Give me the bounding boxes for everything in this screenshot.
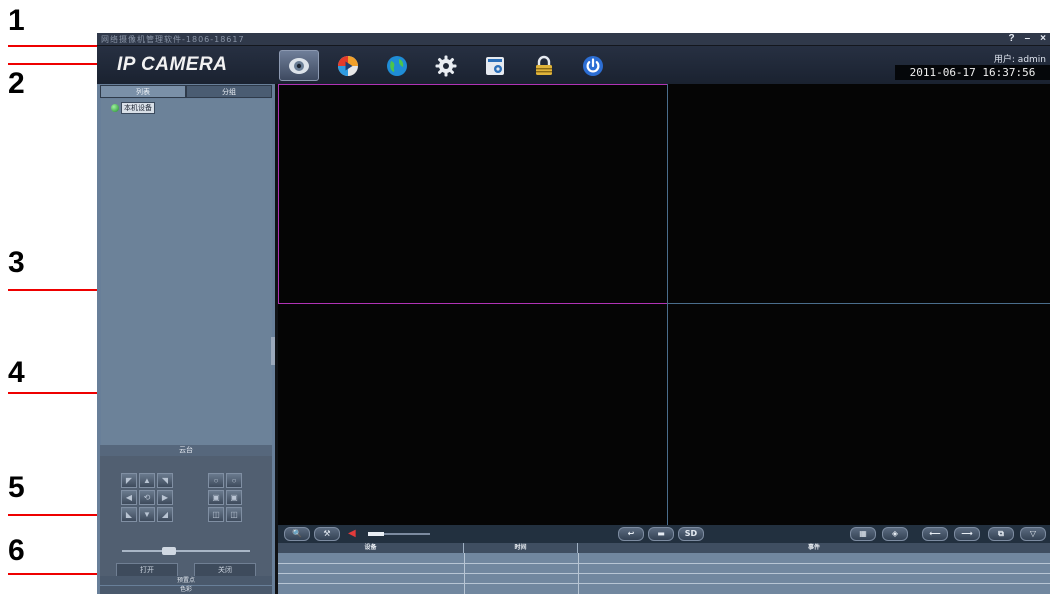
grid-divider: [667, 303, 1050, 304]
ptz-up-left-button[interactable]: ◤: [121, 473, 137, 488]
datetime-display: 2011-06-17 16:37:56: [895, 65, 1050, 80]
zoom-in-button[interactable]: ○: [208, 473, 224, 488]
globe-icon: [387, 55, 407, 76]
lock-icon: [536, 55, 552, 75]
video-cell-2[interactable]: [668, 84, 1050, 303]
iris-close-button[interactable]: ◫: [226, 507, 242, 522]
ptz-down-left-button[interactable]: ◣: [121, 507, 137, 522]
column-header-time[interactable]: 时间: [464, 543, 578, 553]
next-page-button[interactable]: ⟶: [954, 527, 980, 541]
grid-divider: [667, 84, 668, 525]
snap-back-button[interactable]: ↩: [618, 527, 644, 541]
search-button[interactable]: 🔍: [284, 527, 310, 541]
color-section-button[interactable]: 色彩: [100, 586, 272, 594]
cycle-button[interactable]: ⧉: [988, 527, 1014, 541]
table-row[interactable]: [278, 573, 1050, 574]
panel-tabs: 列表 分组: [100, 85, 272, 98]
callout-number: 2: [8, 67, 25, 100]
left-panel: 列表 分组 本机设备 云台 ◤ ▲ ◥ ◀ ⟲ ▶ ◣ ▼ ◢ ○ ○ ▣ ▣ …: [97, 84, 275, 594]
preset-section-button[interactable]: 预置点: [100, 576, 272, 585]
live-view-button[interactable]: [279, 50, 319, 81]
ptz-speed-slider-knob[interactable]: [162, 547, 176, 555]
ptz-header: 云台: [100, 445, 272, 456]
lock-button[interactable]: [524, 50, 564, 81]
window-title: 网络摄像机管理软件-1806-18617: [101, 35, 245, 44]
volume-slider-fill: [368, 532, 384, 536]
title-bar[interactable]: 网络摄像机管理软件-1806-18617 ? – ×: [97, 33, 1050, 46]
device-tree-root[interactable]: 本机设备: [111, 102, 155, 114]
focus-far-button[interactable]: ▣: [226, 490, 242, 505]
callout-number: 4: [8, 356, 25, 389]
help-button[interactable]: ?: [1008, 33, 1014, 44]
online-status-icon: [111, 104, 119, 112]
main-toolbar: [279, 50, 613, 81]
device-tree-root-label: 本机设备: [121, 102, 155, 114]
app-window: 网络摄像机管理软件-1806-18617 ? – × IP CAMERA 用户:…: [97, 33, 1050, 594]
user-label: 用户: admin: [993, 55, 1046, 65]
camera-icon: [289, 57, 309, 74]
zoom-out-button[interactable]: ○: [226, 473, 242, 488]
ptz-up-right-button[interactable]: ◥: [157, 473, 173, 488]
callout-number: 3: [8, 246, 25, 279]
settings-button[interactable]: [426, 50, 466, 81]
volume-slider[interactable]: [368, 532, 430, 536]
app-logo: IP CAMERA: [117, 54, 228, 75]
video-grid: [278, 84, 1050, 525]
video-controls-bar: 🔍 ⚒ ◀ ↩ ▬ SD ▦ ◈ ⟵ ⟶ ⧉ ▽: [278, 525, 1050, 543]
ptz-auto-button[interactable]: ⟲: [139, 490, 155, 505]
ptz-close-button[interactable]: 关闭: [194, 563, 256, 577]
remote-settings-button[interactable]: [377, 50, 417, 81]
record-button[interactable]: ▬: [648, 527, 674, 541]
callout-number: 6: [8, 534, 25, 567]
playback-icon: [338, 55, 358, 76]
event-log-header: 设备 时间 事件: [278, 543, 1050, 553]
power-icon: [583, 55, 603, 76]
video-cell-4[interactable]: [668, 304, 1050, 525]
more-button[interactable]: ▽: [1020, 527, 1046, 541]
panel-splitter-handle[interactable]: [271, 337, 275, 365]
video-cell-1[interactable]: [278, 84, 668, 304]
ptz-control-panel: ◤ ▲ ◥ ◀ ⟲ ▶ ◣ ▼ ◢ ○ ○ ▣ ▣ ◫ ◫ 打开 关闭: [100, 456, 272, 577]
callout-number: 5: [8, 471, 25, 504]
table-row[interactable]: [278, 583, 1050, 584]
minimize-button[interactable]: –: [1025, 33, 1031, 44]
ptz-toggle-button[interactable]: ◈: [882, 527, 908, 541]
playback-button[interactable]: [328, 50, 368, 81]
layout-button[interactable]: ▦: [850, 527, 876, 541]
tab-group[interactable]: 分组: [186, 85, 272, 98]
close-button[interactable]: ×: [1040, 33, 1046, 44]
image-capture-button[interactable]: [475, 50, 515, 81]
column-header-event[interactable]: 事件: [578, 543, 1050, 553]
iris-open-button[interactable]: ◫: [208, 507, 224, 522]
prev-page-button[interactable]: ⟵: [922, 527, 948, 541]
ptz-down-right-button[interactable]: ◢: [157, 507, 173, 522]
callout-number: 1: [8, 4, 25, 37]
volume-icon[interactable]: ◀: [348, 528, 356, 539]
ptz-open-button[interactable]: 打开: [116, 563, 178, 577]
device-tree: 本机设备: [101, 99, 272, 447]
gear-icon: [435, 55, 457, 76]
image-icon: [486, 56, 504, 75]
tab-list[interactable]: 列表: [100, 85, 186, 98]
ptz-speed-slider[interactable]: [122, 547, 250, 555]
video-cell-3[interactable]: [278, 304, 667, 525]
sd-button[interactable]: SD: [678, 527, 704, 541]
ptz-up-button[interactable]: ▲: [139, 473, 155, 488]
tools-button[interactable]: ⚒: [314, 527, 340, 541]
focus-near-button[interactable]: ▣: [208, 490, 224, 505]
window-controls: ? – ×: [1008, 33, 1046, 44]
column-header-device[interactable]: 设备: [278, 543, 464, 553]
table-row[interactable]: [278, 563, 1050, 564]
power-button[interactable]: [573, 50, 613, 81]
header: IP CAMERA 用户: admin 2011-06-17 16:37:56: [97, 46, 1050, 84]
ptz-down-button[interactable]: ▼: [139, 507, 155, 522]
ptz-right-button[interactable]: ▶: [157, 490, 173, 505]
ptz-left-button[interactable]: ◀: [121, 490, 137, 505]
event-log-table: 设备 时间 事件: [278, 543, 1050, 594]
